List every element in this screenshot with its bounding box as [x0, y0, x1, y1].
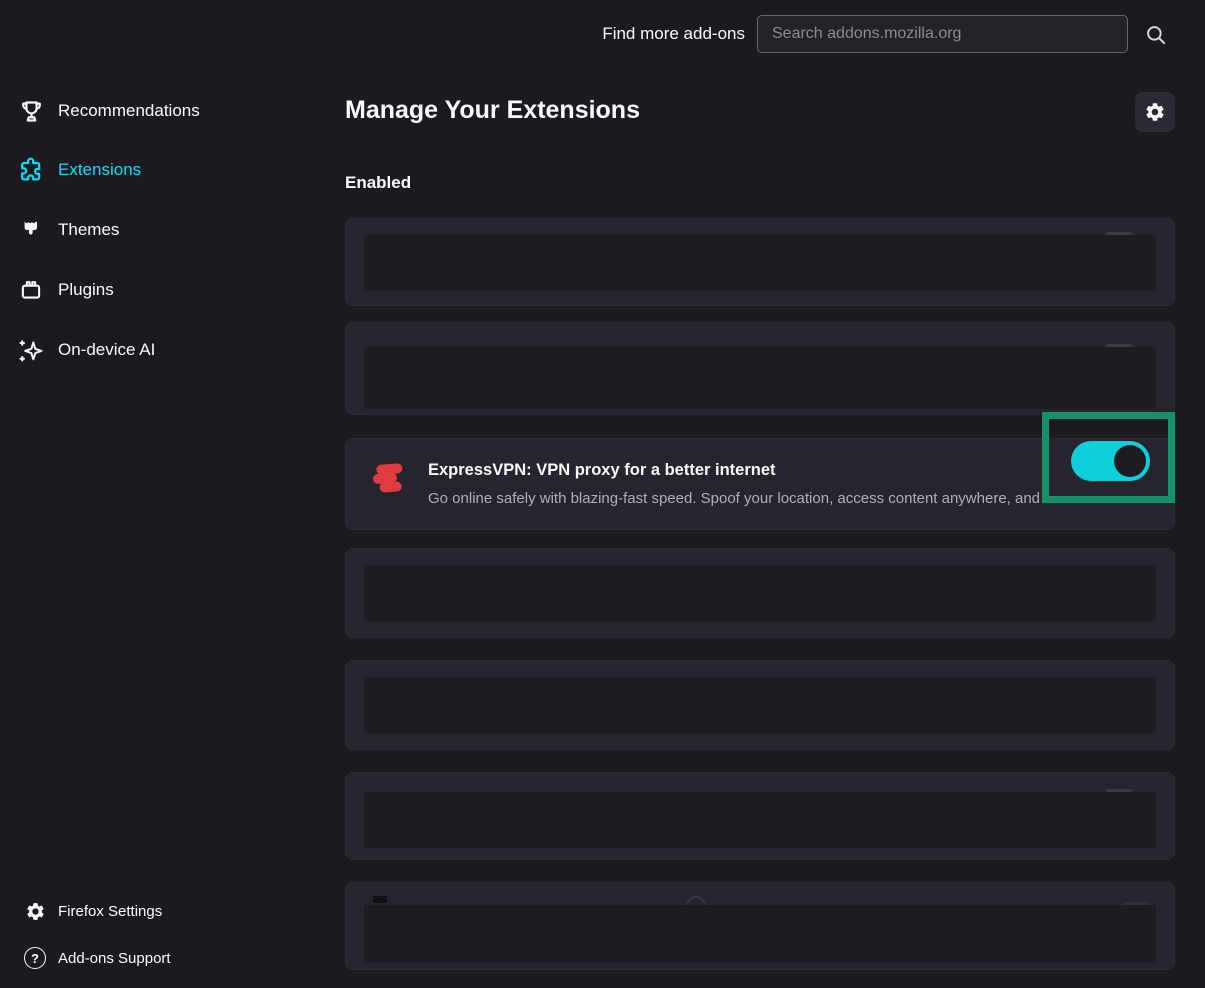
sidebar-item-label: Recommendations	[58, 101, 200, 121]
redaction-overlay	[364, 792, 1156, 848]
expressvpn-enable-toggle[interactable]	[1071, 441, 1150, 481]
extension-name[interactable]: ExpressVPN: VPN proxy for a better inter…	[428, 461, 776, 480]
sidebar-item-on-device-ai[interactable]: On-device AI	[0, 334, 340, 366]
search-icon	[1143, 22, 1169, 48]
extension-description: Go online safely with blazing-fast speed…	[428, 490, 1168, 507]
trophy-icon	[17, 97, 45, 125]
extension-card-redacted[interactable]	[345, 772, 1175, 860]
extension-card-redacted[interactable]	[345, 548, 1175, 638]
sidebar-item-recommendations[interactable]: Recommendations	[0, 95, 340, 127]
gear-icon	[1144, 101, 1166, 123]
search-input[interactable]	[757, 15, 1128, 53]
redaction-overlay	[364, 905, 1156, 963]
sidebar-item-firefox-settings[interactable]: Firefox Settings	[0, 895, 340, 927]
question-icon: ?	[24, 947, 46, 969]
puzzle-icon	[17, 156, 45, 184]
extension-card-redacted[interactable]	[345, 322, 1175, 415]
gear-icon	[24, 900, 46, 922]
extension-card-redacted[interactable]	[345, 218, 1175, 306]
page-title: Manage Your Extensions	[345, 96, 640, 125]
tools-for-all-addons-button[interactable]	[1135, 92, 1175, 132]
redacted-icon-remnant	[373, 896, 387, 903]
plug-icon	[17, 276, 45, 304]
redaction-overlay	[364, 235, 1156, 291]
extension-card-redacted[interactable]	[345, 660, 1175, 750]
sidebar-item-extensions[interactable]: Extensions	[0, 154, 340, 186]
sidebar-item-label: On-device AI	[58, 340, 155, 360]
find-more-addons-label: Find more add-ons	[540, 24, 745, 44]
sidebar: Recommendations Extensions Themes Plugin…	[0, 0, 340, 988]
sidebar-item-label: Add-ons Support	[58, 950, 171, 967]
sidebar-item-label: Firefox Settings	[58, 903, 162, 920]
sidebar-item-label: Themes	[58, 220, 119, 240]
sidebar-item-label: Plugins	[58, 280, 114, 300]
sidebar-item-plugins[interactable]: Plugins	[0, 274, 340, 306]
extension-card-redacted[interactable]	[345, 882, 1175, 970]
extension-list: ExpressVPN: VPN proxy for a better inter…	[345, 218, 1175, 970]
sidebar-item-addons-support[interactable]: ? Add-ons Support	[0, 942, 340, 974]
redaction-overlay	[364, 677, 1156, 733]
toggle-knob	[1114, 445, 1146, 477]
extension-card-expressvpn[interactable]: ExpressVPN: VPN proxy for a better inter…	[345, 438, 1175, 530]
expressvpn-logo-icon	[369, 457, 411, 499]
paintbrush-icon	[17, 216, 45, 244]
redaction-overlay	[364, 347, 1156, 409]
redaction-overlay	[364, 565, 1156, 621]
enabled-section-heading: Enabled	[345, 173, 411, 193]
sidebar-item-label: Extensions	[58, 160, 141, 180]
search-submit-button[interactable]	[1141, 20, 1171, 50]
sparkle-icon	[17, 336, 45, 364]
sidebar-item-themes[interactable]: Themes	[0, 214, 340, 246]
